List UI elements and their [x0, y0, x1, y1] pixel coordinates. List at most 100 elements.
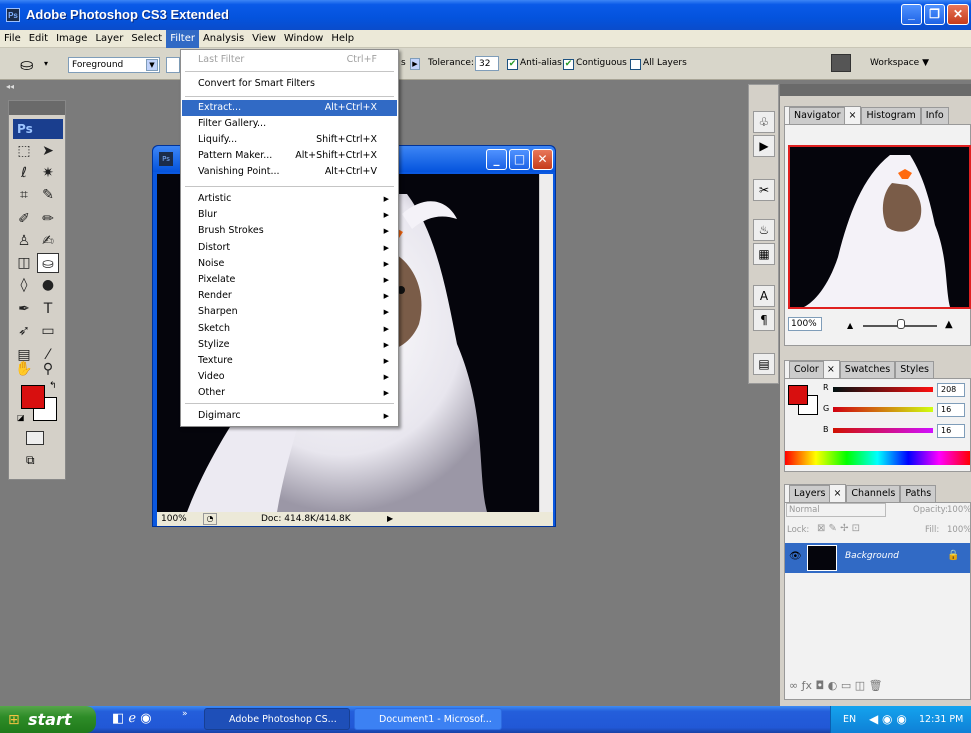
layer-comps-icon[interactable]: ▦: [753, 243, 775, 265]
status-arrow-icon[interactable]: ▶: [387, 512, 393, 526]
antialias-checkbox[interactable]: ✔: [507, 59, 518, 70]
task-photoshop[interactable]: Adobe Photoshop CS...: [204, 708, 350, 730]
g-input[interactable]: 16: [937, 403, 965, 417]
zoom-in-icon[interactable]: ▲: [945, 319, 953, 330]
menu-item-distort[interactable]: Distort ▶: [182, 240, 397, 256]
healing-brush-tool-icon[interactable]: ✐: [13, 209, 35, 229]
mode-dropdown-arrow[interactable]: ▶: [410, 58, 420, 70]
fill-source-select[interactable]: Foreground ▼: [68, 57, 160, 73]
zoom-level[interactable]: 100%: [161, 512, 187, 526]
tab-layers[interactable]: Layers ×: [784, 484, 847, 502]
workspace-button[interactable]: Workspace ▼: [870, 58, 929, 68]
lock-icons[interactable]: ⊠ ✎ ✢ ⊡: [817, 523, 860, 534]
opacity-value[interactable]: 100%: [947, 505, 971, 515]
paint-bucket-tool-icon[interactable]: ⛀: [20, 55, 33, 74]
tab-info[interactable]: Info: [920, 107, 949, 124]
menu-item-render[interactable]: Render ▶: [182, 288, 397, 304]
menu-item-liquify[interactable]: Liquify... Shift+Ctrl+X: [182, 132, 397, 148]
document-minimize-button[interactable]: _: [486, 149, 507, 170]
menu-help[interactable]: Help: [327, 30, 358, 48]
lasso-tool-icon[interactable]: ℓ: [13, 163, 35, 183]
r-slider[interactable]: [833, 387, 933, 392]
actions-panel-icon[interactable]: ▶: [753, 135, 775, 157]
default-colors-icon[interactable]: ◪: [17, 413, 25, 422]
menu-item-blur[interactable]: Blur ▶: [182, 207, 397, 223]
document-maximize-button[interactable]: □: [509, 149, 530, 170]
pen-tool-icon[interactable]: ✒: [13, 299, 35, 319]
language-indicator[interactable]: EN: [843, 706, 856, 733]
task-word[interactable]: Document1 - Microsof...: [354, 708, 502, 730]
eraser-tool-icon[interactable]: ◫: [13, 253, 35, 273]
g-slider[interactable]: [833, 407, 933, 412]
quicklaunch-icons[interactable]: ◧ ℯ ◉: [112, 711, 152, 726]
document-close-button[interactable]: ✕: [532, 149, 553, 170]
move-tool-icon[interactable]: ➤: [37, 141, 59, 161]
tab-navigator[interactable]: Navigator ×: [784, 106, 862, 124]
zoom-out-icon[interactable]: ▲: [847, 321, 853, 330]
history-brush-tool-icon[interactable]: ✍: [37, 231, 59, 251]
menu-item-artistic[interactable]: Artistic ▶: [182, 191, 397, 207]
close-button[interactable]: ✕: [947, 4, 969, 25]
menu-image[interactable]: Image: [52, 30, 91, 48]
menu-edit[interactable]: Edit: [25, 30, 52, 48]
tab-styles[interactable]: Styles: [895, 361, 934, 378]
screen-mode-icon[interactable]: ⧉: [26, 453, 46, 467]
dodge-tool-icon[interactable]: ●: [37, 275, 59, 295]
tab-channels[interactable]: Channels: [846, 485, 901, 502]
brush-tool-icon[interactable]: ✏: [37, 209, 59, 229]
layers-footer-icons[interactable]: ∞ ƒx ◘ ◐ ▭ ◫ 🗑: [789, 679, 883, 692]
tool-preset-dropdown[interactable]: ▾: [44, 59, 48, 68]
menu-filter[interactable]: Filter: [166, 30, 199, 48]
tool-presets-icon[interactable]: ✂: [753, 179, 775, 201]
slice-tool-icon[interactable]: ✎: [37, 185, 59, 205]
info-panel-icon[interactable]: ▤: [753, 353, 775, 375]
clone-stamp-tool-icon[interactable]: ♙: [13, 231, 35, 251]
collapse-toolbox-icon[interactable]: ◂◂: [6, 82, 14, 91]
menu-item-extract[interactable]: Extract... Alt+Ctrl+X: [182, 100, 397, 116]
menu-item-brush-strokes[interactable]: Brush Strokes ▶: [182, 223, 397, 239]
menu-item-noise[interactable]: Noise ▶: [182, 256, 397, 272]
menu-view[interactable]: View: [248, 30, 280, 48]
blend-mode-select[interactable]: Normal: [786, 503, 886, 517]
eye-icon[interactable]: 👁: [789, 551, 802, 562]
document-vertical-scrollbar[interactable]: [539, 174, 553, 512]
layer-row-background[interactable]: 👁 Background 🔒: [785, 543, 970, 573]
tab-histogram[interactable]: Histogram: [861, 107, 921, 124]
menu-item-convert-smart-filters[interactable]: Convert for Smart Filters: [182, 76, 397, 92]
menu-item-texture[interactable]: Texture ▶: [182, 353, 397, 369]
menu-item-pattern-maker[interactable]: Pattern Maker... Alt+Shift+Ctrl+X: [182, 148, 397, 164]
fill-value[interactable]: 100%: [947, 525, 971, 535]
menu-item-vanishing-point[interactable]: Vanishing Point... Alt+Ctrl+V: [182, 164, 397, 180]
r-input[interactable]: 208: [937, 383, 965, 397]
marquee-tool-icon[interactable]: ⬚: [13, 141, 35, 161]
paragraph-panel-icon[interactable]: ¶: [753, 309, 775, 331]
tray-icons[interactable]: ◀ ◉ ◉: [869, 706, 907, 733]
magic-wand-tool-icon[interactable]: ✷: [37, 163, 59, 183]
tab-swatches[interactable]: Swatches: [839, 361, 896, 378]
menu-item-other[interactable]: Other ▶: [182, 385, 397, 401]
color-spectrum-bar[interactable]: [785, 451, 970, 465]
crop-tool-icon[interactable]: ⌗: [13, 185, 35, 205]
menu-select[interactable]: Select: [127, 30, 166, 48]
menu-item-pixelate[interactable]: Pixelate ▶: [182, 272, 397, 288]
menu-window[interactable]: Window: [280, 30, 327, 48]
menu-item-video[interactable]: Video ▶: [182, 369, 397, 385]
all-layers-checkbox[interactable]: [630, 59, 641, 70]
zoom-tool-icon[interactable]: ⚲: [37, 359, 59, 379]
navigator-zoom-input[interactable]: 100%: [788, 317, 822, 331]
app-title-bar[interactable]: Ps Adobe Photoshop CS3 Extended _ ❐ ✕: [0, 0, 971, 30]
b-slider[interactable]: [833, 428, 933, 433]
menu-item-sharpen[interactable]: Sharpen ▶: [182, 304, 397, 320]
menu-item-stylize[interactable]: Stylize ▶: [182, 337, 397, 353]
foreground-color-swatch[interactable]: [21, 385, 45, 409]
minimize-button[interactable]: _: [901, 4, 922, 25]
menu-item-digimarc[interactable]: Digimarc ▶: [182, 408, 397, 424]
tab-color[interactable]: Color ×: [784, 360, 840, 378]
navigator-preview[interactable]: [788, 145, 971, 309]
clone-source-icon[interactable]: ♨: [753, 219, 775, 241]
menu-item-filter-gallery[interactable]: Filter Gallery...: [182, 116, 397, 132]
menu-file[interactable]: File: [0, 30, 25, 48]
zoom-slider-thumb[interactable]: [897, 319, 905, 329]
menu-analysis[interactable]: Analysis: [199, 30, 248, 48]
tab-paths[interactable]: Paths: [900, 485, 937, 502]
